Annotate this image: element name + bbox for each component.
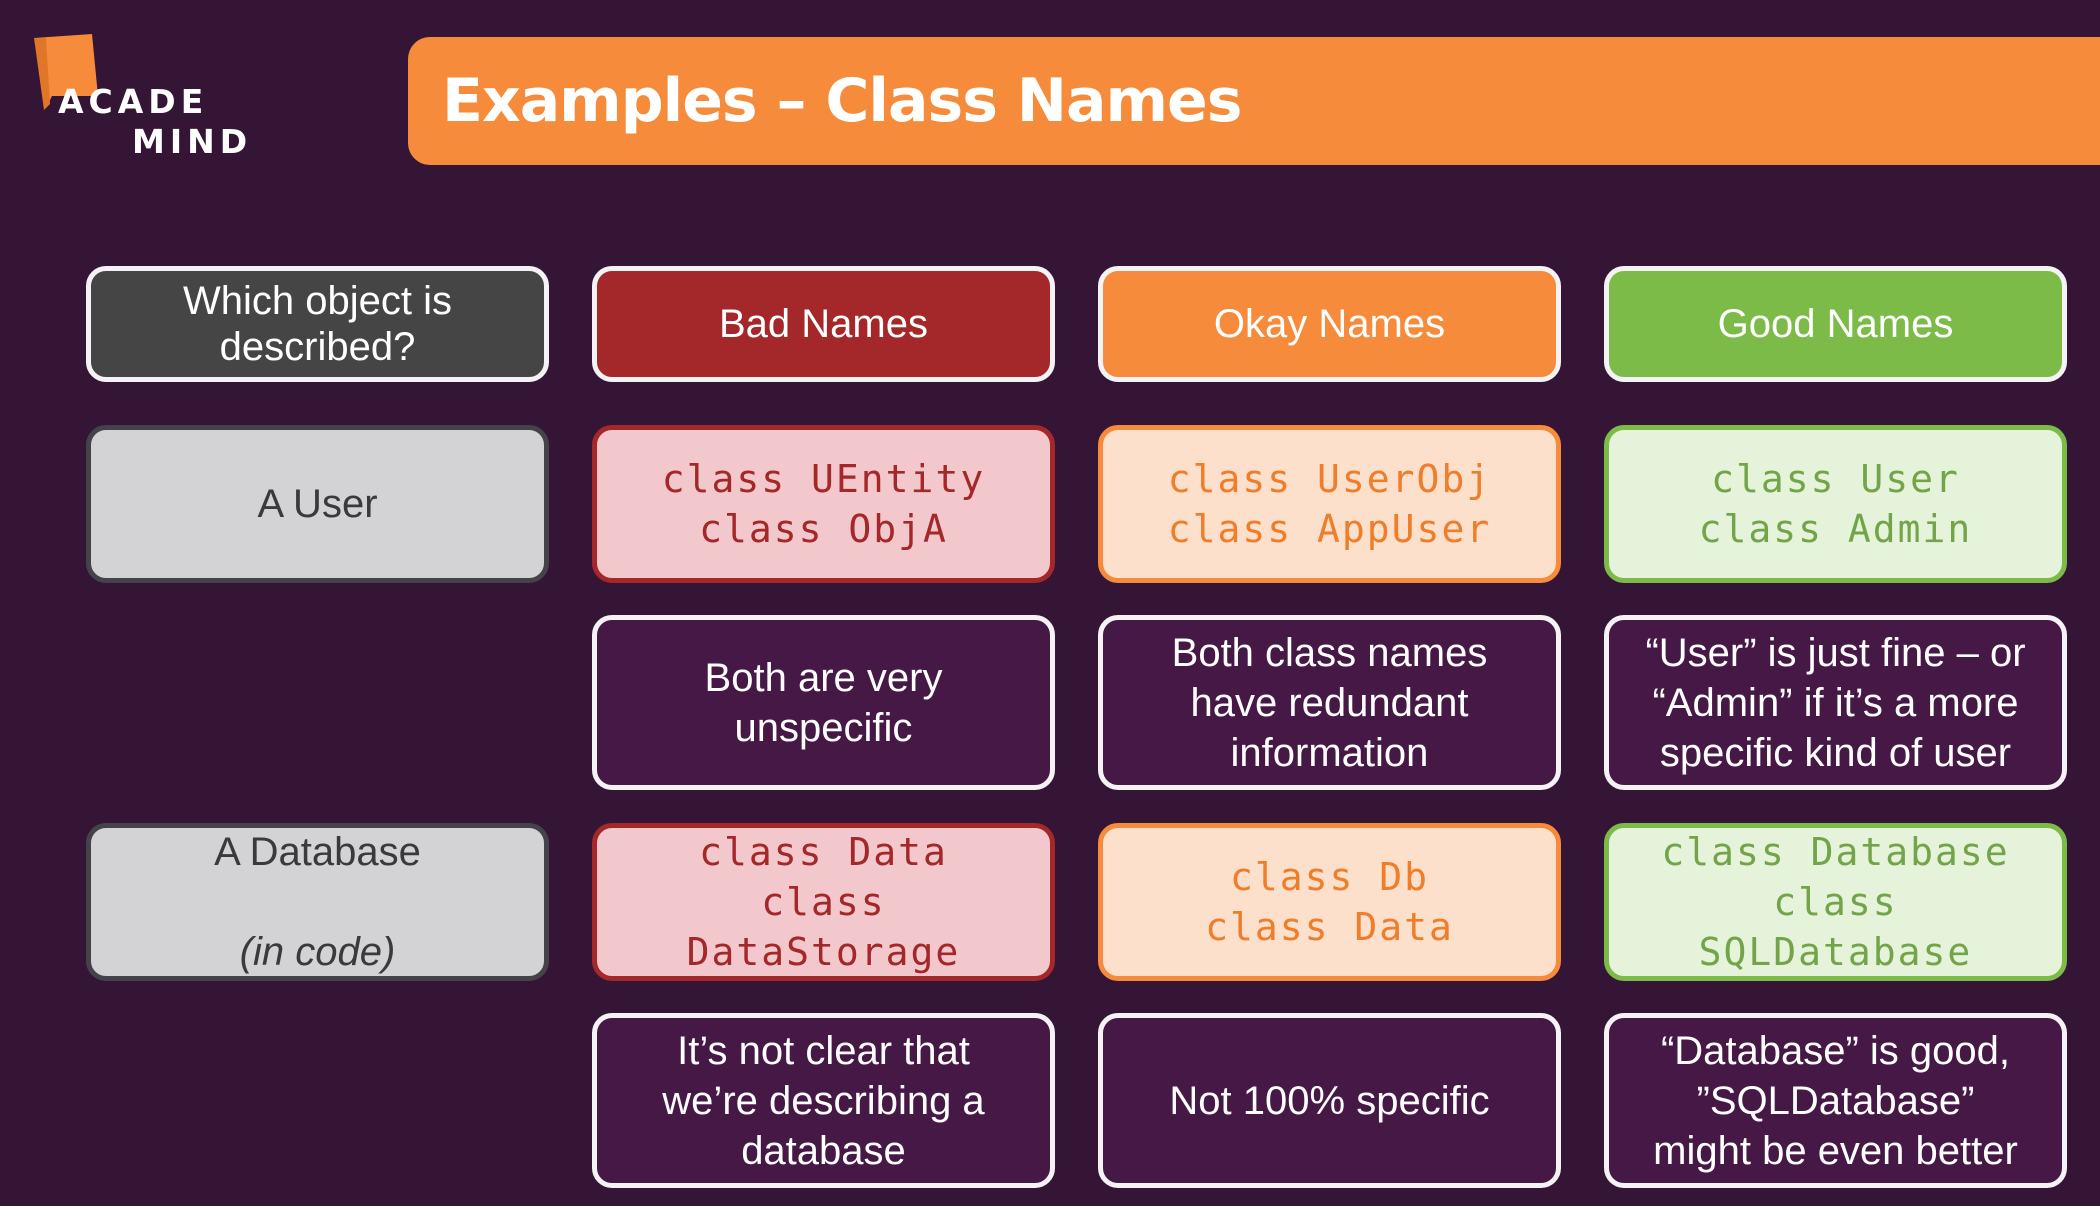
header-object-described: Which object is described? bbox=[86, 266, 549, 382]
object-database-qualifier: (in code) bbox=[239, 930, 396, 974]
user-good-names: class User class Admin bbox=[1604, 425, 2067, 583]
user-okay-names: class UserObj class AppUser bbox=[1098, 425, 1561, 583]
object-user-label: A User bbox=[257, 482, 378, 526]
database-bad-names: class Data class DataStorage bbox=[592, 823, 1055, 981]
academind-logo: ACADE MIND bbox=[32, 34, 262, 164]
page-title: Examples – Class Names bbox=[442, 66, 1242, 136]
header-okay-names: Okay Names bbox=[1098, 266, 1561, 382]
database-bad-explanation: It’s not clear that we’re describing a d… bbox=[592, 1013, 1055, 1188]
header-good-names: Good Names bbox=[1604, 266, 2067, 382]
user-okay-explanation: Both class names have redundant informat… bbox=[1098, 615, 1561, 790]
database-good-explanation: “Database” is good, ”SQLDatabase” might … bbox=[1604, 1013, 2067, 1188]
logo-text-line1: ACADE bbox=[58, 82, 209, 121]
database-okay-explanation: Not 100% specific bbox=[1098, 1013, 1561, 1188]
user-bad-explanation: Both are very unspecific bbox=[592, 615, 1055, 790]
user-good-explanation: “User” is just fine – or “Admin” if it’s… bbox=[1604, 615, 2067, 790]
logo-text-line2: MIND bbox=[132, 122, 253, 161]
object-database: A Database (in code) bbox=[86, 823, 549, 981]
object-database-label: A Database bbox=[214, 830, 421, 874]
title-banner: Examples – Class Names bbox=[408, 37, 2100, 165]
object-user: A User bbox=[86, 425, 549, 583]
user-bad-names: class UEntity class ObjA bbox=[592, 425, 1055, 583]
header-bad-names: Bad Names bbox=[592, 266, 1055, 382]
database-good-names: class Database class SQLDatabase bbox=[1604, 823, 2067, 981]
database-okay-names: class Db class Data bbox=[1098, 823, 1561, 981]
